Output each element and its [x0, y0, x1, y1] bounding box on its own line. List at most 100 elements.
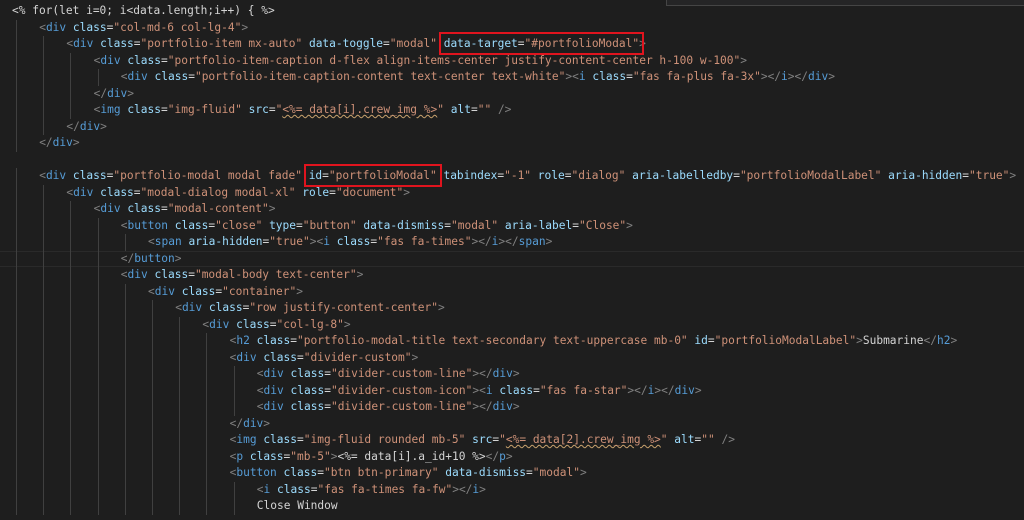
code-token: class	[127, 53, 161, 67]
indent-guide	[16, 316, 17, 333]
code-line[interactable]: </div>	[94, 86, 134, 103]
indent-guide	[124, 399, 126, 416]
indent-guide	[152, 366, 153, 383]
code-token: >	[579, 466, 587, 479]
indent-guide	[124, 382, 126, 399]
indent-guide	[16, 52, 17, 69]
indent-guide	[16, 300, 17, 317]
code-line[interactable]: <div class="divider-custom">	[230, 350, 419, 367]
code-token: >	[437, 301, 445, 314]
code-line[interactable]: <h2 class="portfolio-modal-title text-se…	[230, 333, 958, 350]
code-token: div	[107, 86, 128, 100]
code-token: "portfolio-modal modal fade"	[113, 169, 302, 182]
indent-guide	[70, 283, 72, 300]
code-token: aria-label	[504, 218, 573, 232]
code-token: Submarine	[862, 334, 924, 347]
code-line[interactable]: <div class="row justify-content-center">	[175, 300, 445, 317]
code-line[interactable]: <span aria-hidden="true"><i class="fas f…	[148, 234, 552, 251]
code-token: >	[296, 284, 303, 298]
code-token: "portfolio-item-caption d-flex align-ite…	[167, 53, 741, 67]
code-token: "container"	[222, 284, 297, 298]
code-token: "portfolio-modal-title text-secondary te…	[297, 334, 688, 347]
code-token: =	[324, 367, 331, 380]
code-line[interactable]: </div>	[66, 119, 106, 136]
code-line[interactable]: </button>	[121, 251, 182, 268]
code-line[interactable]: <button class="btn btn-primary" data-dis…	[230, 465, 587, 482]
code-token: <	[148, 284, 155, 298]
code-line[interactable]: <div class="container">	[148, 284, 303, 301]
indent-guide	[43, 448, 45, 465]
code-token: ></	[787, 70, 809, 83]
indent-guide	[43, 267, 45, 284]
code-editor[interactable]: <% for(let i=0; i<data.length;i++) { %> <…	[0, 0, 1024, 520]
indent-guide	[179, 382, 181, 399]
indent-guide	[16, 85, 17, 102]
indent-guide	[16, 366, 17, 383]
code-line[interactable]: <img class="img-fluid rounded mb-5" src=…	[230, 432, 735, 449]
code-token: <	[256, 482, 264, 496]
indent-guide	[43, 118, 45, 135]
indent-guide	[16, 201, 17, 218]
code-line[interactable]: </div>	[230, 416, 270, 433]
indent-guide	[124, 465, 126, 482]
annotation-box	[303, 164, 442, 187]
code-line[interactable]: <button class="close" type="button" data…	[121, 218, 633, 235]
code-token: "dialog"	[571, 169, 626, 182]
code-token: alt	[674, 433, 695, 446]
code-token: >	[856, 334, 863, 347]
code-token: div	[154, 284, 175, 298]
code-token: "fas fa-times"	[377, 235, 472, 248]
code-token: data-dismiss	[363, 218, 445, 232]
indent-guide	[16, 448, 17, 465]
code-token: =	[161, 202, 168, 215]
indent-guide	[97, 333, 99, 350]
code-line[interactable]: <p class="mb-5"><%= data[i].a_id+10 %></…	[230, 449, 513, 466]
code-token: i	[323, 235, 330, 248]
code-line[interactable]: <div class="col-md-6 col-lg-4">	[39, 20, 248, 37]
indent-guide	[16, 399, 17, 416]
code-line[interactable]: <div class="divider-custom-icon"><i clas…	[257, 383, 702, 400]
code-line[interactable]: </div>	[39, 135, 79, 152]
code-token: </	[93, 86, 108, 100]
code-token: class	[277, 482, 311, 496]
code-line[interactable]: <div class="portfolio-item-caption-conte…	[121, 69, 835, 86]
indent-guide	[97, 250, 99, 267]
code-token: i	[781, 70, 788, 83]
code-line[interactable]: <div class="portfolio-modal modal fade" …	[39, 168, 1016, 185]
code-token: button	[236, 466, 277, 479]
code-line[interactable]: <i class="fas fa-times fa-fw"></i>	[257, 482, 486, 499]
code-token: =	[572, 218, 579, 232]
code-token: div	[127, 70, 148, 83]
indent-guide	[206, 399, 208, 416]
code-token: "button"	[302, 218, 357, 232]
code-line[interactable]: Close Window	[257, 498, 338, 515]
code-line[interactable]: <div class="divider-custom-line"></div>	[257, 399, 520, 416]
code-line[interactable]: <div class="divider-custom-line"></div>	[257, 366, 520, 383]
indent-guide	[70, 498, 72, 515]
code-line[interactable]: <div class="col-lg-8">	[202, 317, 350, 334]
code-token: h2	[936, 334, 951, 347]
code-token: =	[297, 350, 304, 364]
code-token: div	[127, 268, 148, 281]
code-token: button	[134, 251, 175, 265]
code-line[interactable]: <% for(let i=0; i<data.length;i++) { %>	[12, 3, 275, 20]
code-token: =	[444, 218, 451, 232]
code-token: "modal-content"	[167, 202, 269, 215]
code-line[interactable]: <div class="modal-body text-center">	[121, 267, 364, 284]
code-line[interactable]: <div class="portfolio-item-caption d-fle…	[94, 53, 747, 70]
indent-guide	[152, 399, 153, 416]
code-line[interactable]: <img class="img-fluid" src="<%= data[i].…	[94, 102, 512, 119]
code-token: class	[290, 400, 325, 413]
code-token: class	[100, 185, 134, 199]
indent-guide	[206, 333, 208, 350]
code-token: "true"	[968, 169, 1010, 182]
indent-guide	[97, 448, 99, 465]
code-token: div	[492, 400, 513, 413]
code-line[interactable]: <div class="modal-content">	[94, 201, 276, 218]
code-token: ></	[760, 70, 782, 83]
